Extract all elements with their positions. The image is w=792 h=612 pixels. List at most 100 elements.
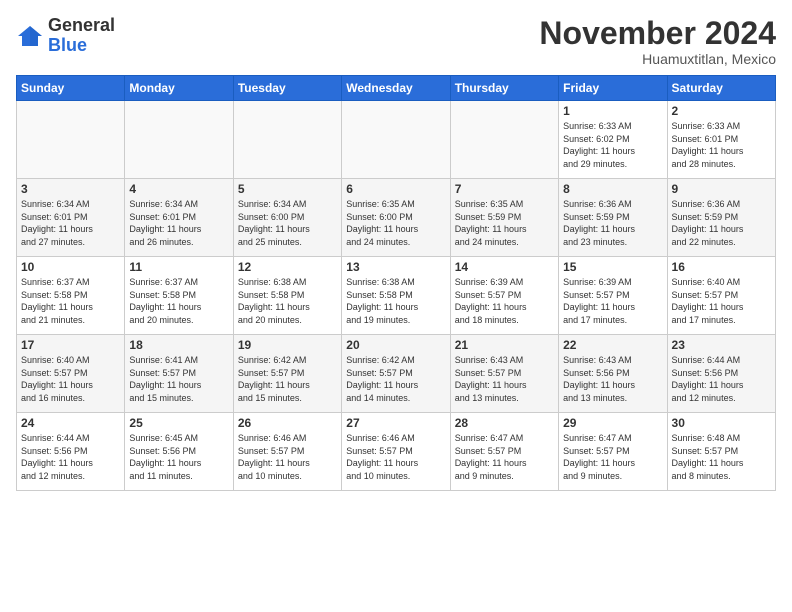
day-number: 8 — [563, 182, 662, 196]
day-info: Sunrise: 6:35 AM Sunset: 5:59 PM Dayligh… — [455, 198, 554, 248]
day-number: 17 — [21, 338, 120, 352]
weekday-header-saturday: Saturday — [667, 76, 775, 101]
logo-icon — [16, 22, 44, 50]
calendar-cell: 18 Sunrise: 6:41 AM Sunset: 5:57 PM Dayli… — [125, 335, 233, 413]
day-info: Sunrise: 6:42 AM Sunset: 5:57 PM Dayligh… — [238, 354, 337, 404]
calendar-table: SundayMondayTuesdayWednesdayThursdayFrid… — [16, 75, 776, 491]
calendar-cell: 14 Sunrise: 6:39 AM Sunset: 5:57 PM Dayli… — [450, 257, 558, 335]
day-info: Sunrise: 6:39 AM Sunset: 5:57 PM Dayligh… — [563, 276, 662, 326]
day-number: 29 — [563, 416, 662, 430]
day-number: 28 — [455, 416, 554, 430]
day-number: 25 — [129, 416, 228, 430]
calendar-cell: 29Sunrise: 6:47 AM Sunset: 5:57 PM Dayli… — [559, 413, 667, 491]
calendar-cell — [450, 101, 558, 179]
calendar-cell: 17 Sunrise: 6:40 AM Sunset: 5:57 PM Dayli… — [17, 335, 125, 413]
day-info: Sunrise: 6:34 AM Sunset: 6:01 PM Dayligh… — [129, 198, 228, 248]
day-info: Sunrise: 6:41 AM Sunset: 5:57 PM Dayligh… — [129, 354, 228, 404]
day-info: Sunrise: 6:33 AM Sunset: 6:01 PM Dayligh… — [672, 120, 771, 170]
title-block: November 2024 Huamuxtitlan, Mexico — [539, 16, 776, 67]
day-info: Sunrise: 6:46 AM Sunset: 5:57 PM Dayligh… — [346, 432, 445, 482]
calendar-cell: 28Sunrise: 6:47 AM Sunset: 5:57 PM Dayli… — [450, 413, 558, 491]
day-info: Sunrise: 6:38 AM Sunset: 5:58 PM Dayligh… — [346, 276, 445, 326]
day-number: 11 — [129, 260, 228, 274]
calendar-cell: 8 Sunrise: 6:36 AM Sunset: 5:59 PM Daylig… — [559, 179, 667, 257]
week-row-4: 17 Sunrise: 6:40 AM Sunset: 5:57 PM Dayli… — [17, 335, 776, 413]
calendar-cell — [233, 101, 341, 179]
day-number: 12 — [238, 260, 337, 274]
logo-blue: Blue — [48, 35, 87, 55]
day-info: Sunrise: 6:43 AM Sunset: 5:57 PM Dayligh… — [455, 354, 554, 404]
weekday-header-wednesday: Wednesday — [342, 76, 450, 101]
week-row-3: 10 Sunrise: 6:37 AM Sunset: 5:58 PM Dayli… — [17, 257, 776, 335]
page: General Blue November 2024 Huamuxtitlan,… — [0, 0, 792, 499]
day-info: Sunrise: 6:35 AM Sunset: 6:00 PM Dayligh… — [346, 198, 445, 248]
day-info: Sunrise: 6:36 AM Sunset: 5:59 PM Dayligh… — [672, 198, 771, 248]
day-info: Sunrise: 6:39 AM Sunset: 5:57 PM Dayligh… — [455, 276, 554, 326]
calendar-cell: 4Sunrise: 6:34 AM Sunset: 6:01 PM Daylig… — [125, 179, 233, 257]
header: General Blue November 2024 Huamuxtitlan,… — [16, 16, 776, 67]
day-number: 15 — [563, 260, 662, 274]
weekday-header-monday: Monday — [125, 76, 233, 101]
day-number: 18 — [129, 338, 228, 352]
day-number: 16 — [672, 260, 771, 274]
month-title: November 2024 — [539, 16, 776, 51]
day-number: 7 — [455, 182, 554, 196]
calendar-cell: 6Sunrise: 6:35 AM Sunset: 6:00 PM Daylig… — [342, 179, 450, 257]
day-info: Sunrise: 6:38 AM Sunset: 5:58 PM Dayligh… — [238, 276, 337, 326]
day-info: Sunrise: 6:43 AM Sunset: 5:56 PM Dayligh… — [563, 354, 662, 404]
day-info: Sunrise: 6:40 AM Sunset: 5:57 PM Dayligh… — [21, 354, 120, 404]
day-number: 20 — [346, 338, 445, 352]
location: Huamuxtitlan, Mexico — [539, 51, 776, 67]
day-number: 24 — [21, 416, 120, 430]
weekday-header-sunday: Sunday — [17, 76, 125, 101]
day-number: 21 — [455, 338, 554, 352]
day-number: 1 — [563, 104, 662, 118]
day-number: 26 — [238, 416, 337, 430]
day-number: 9 — [672, 182, 771, 196]
logo-text: General Blue — [48, 16, 115, 56]
day-info: Sunrise: 6:44 AM Sunset: 5:56 PM Dayligh… — [672, 354, 771, 404]
weekday-header-tuesday: Tuesday — [233, 76, 341, 101]
day-info: Sunrise: 6:46 AM Sunset: 5:57 PM Dayligh… — [238, 432, 337, 482]
week-row-1: 1 Sunrise: 6:33 AM Sunset: 6:02 PM Daylig… — [17, 101, 776, 179]
logo: General Blue — [16, 16, 115, 56]
calendar-cell: 24 Sunrise: 6:44 AM Sunset: 5:56 PM Dayli… — [17, 413, 125, 491]
calendar-cell — [125, 101, 233, 179]
calendar-cell: 12 Sunrise: 6:38 AM Sunset: 5:58 PM Dayli… — [233, 257, 341, 335]
day-info: Sunrise: 6:36 AM Sunset: 5:59 PM Dayligh… — [563, 198, 662, 248]
day-number: 10 — [21, 260, 120, 274]
calendar-cell: 11 Sunrise: 6:37 AM Sunset: 5:58 PM Dayli… — [125, 257, 233, 335]
day-number: 3 — [21, 182, 120, 196]
day-info: Sunrise: 6:34 AM Sunset: 6:01 PM Dayligh… — [21, 198, 120, 248]
calendar-cell: 19 Sunrise: 6:42 AM Sunset: 5:57 PM Dayli… — [233, 335, 341, 413]
day-info: Sunrise: 6:33 AM Sunset: 6:02 PM Dayligh… — [563, 120, 662, 170]
calendar-cell — [342, 101, 450, 179]
day-info: Sunrise: 6:34 AM Sunset: 6:00 PM Dayligh… — [238, 198, 337, 248]
day-info: Sunrise: 6:37 AM Sunset: 5:58 PM Dayligh… — [129, 276, 228, 326]
weekday-header-row: SundayMondayTuesdayWednesdayThursdayFrid… — [17, 76, 776, 101]
day-info: Sunrise: 6:42 AM Sunset: 5:57 PM Dayligh… — [346, 354, 445, 404]
calendar-cell: 25 Sunrise: 6:45 AM Sunset: 5:56 PM Dayli… — [125, 413, 233, 491]
day-number: 19 — [238, 338, 337, 352]
day-number: 27 — [346, 416, 445, 430]
day-number: 14 — [455, 260, 554, 274]
day-info: Sunrise: 6:44 AM Sunset: 5:56 PM Dayligh… — [21, 432, 120, 482]
calendar-cell: 16 Sunrise: 6:40 AM Sunset: 5:57 PM Dayli… — [667, 257, 775, 335]
weekday-header-friday: Friday — [559, 76, 667, 101]
calendar-cell: 30Sunrise: 6:48 AM Sunset: 5:57 PM Dayli… — [667, 413, 775, 491]
calendar-cell: 13Sunrise: 6:38 AM Sunset: 5:58 PM Dayli… — [342, 257, 450, 335]
calendar-cell: 20 Sunrise: 6:42 AM Sunset: 5:57 PM Dayli… — [342, 335, 450, 413]
calendar-cell: 1 Sunrise: 6:33 AM Sunset: 6:02 PM Daylig… — [559, 101, 667, 179]
day-number: 30 — [672, 416, 771, 430]
day-info: Sunrise: 6:45 AM Sunset: 5:56 PM Dayligh… — [129, 432, 228, 482]
calendar-cell: 10Sunrise: 6:37 AM Sunset: 5:58 PM Dayli… — [17, 257, 125, 335]
calendar-cell: 26 Sunrise: 6:46 AM Sunset: 5:57 PM Dayli… — [233, 413, 341, 491]
calendar-cell: 2Sunrise: 6:33 AM Sunset: 6:01 PM Daylig… — [667, 101, 775, 179]
calendar-cell: 3 Sunrise: 6:34 AM Sunset: 6:01 PM Daylig… — [17, 179, 125, 257]
logo-general: General — [48, 15, 115, 35]
week-row-5: 24 Sunrise: 6:44 AM Sunset: 5:56 PM Dayli… — [17, 413, 776, 491]
calendar-cell: 23Sunrise: 6:44 AM Sunset: 5:56 PM Dayli… — [667, 335, 775, 413]
day-number: 5 — [238, 182, 337, 196]
calendar-cell — [17, 101, 125, 179]
day-info: Sunrise: 6:40 AM Sunset: 5:57 PM Dayligh… — [672, 276, 771, 326]
